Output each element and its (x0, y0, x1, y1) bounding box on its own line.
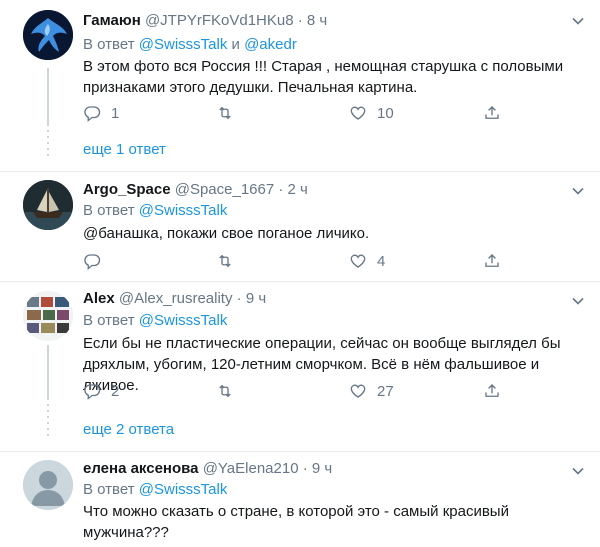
reply-user-link[interactable]: @akedr (244, 36, 297, 53)
avatar-argo-space[interactable] (23, 180, 73, 230)
reply-prefix: В ответ (83, 36, 135, 53)
separator-dot: · (278, 181, 284, 198)
ship-avatar-image (23, 180, 73, 230)
avatar-gamayun[interactable] (23, 10, 73, 60)
like-count: 27 (377, 382, 394, 400)
show-more-replies-link[interactable]: еще 1 ответ (83, 140, 166, 160)
tweet-actions: 2 27 (83, 380, 523, 402)
timestamp[interactable]: 2 ч (288, 181, 308, 198)
thread-dots (47, 130, 49, 160)
author-name[interactable]: Alex (83, 290, 115, 307)
timestamp[interactable]: 8 ч (307, 12, 327, 29)
like-icon (350, 384, 366, 398)
reply-count: 1 (111, 104, 120, 122)
tweet-text: Что можно сказать о стране, в которой эт… (83, 503, 509, 541)
tweet-actions: 1 10 (83, 102, 523, 124)
reply-user-link[interactable]: @SwisssTalk (139, 481, 228, 498)
author-name[interactable]: елена аксенова (83, 460, 199, 477)
timestamp[interactable]: 9 ч (312, 460, 332, 477)
separator-dot: · (297, 12, 303, 29)
default-profile-icon (23, 460, 73, 510)
share-button[interactable] (483, 250, 501, 272)
reply-user-link[interactable]: @SwisssTalk (139, 36, 228, 53)
reply-to-line: В ответ @SwisssTalk (83, 480, 227, 500)
like-button[interactable]: 4 (349, 250, 385, 272)
retweet-icon (219, 106, 231, 120)
like-count: 10 (377, 104, 394, 122)
reply-count: 2 (111, 382, 120, 400)
tweet-header: елена аксенова @YaElena210 · 9 ч (83, 459, 332, 479)
separator-dot: · (236, 290, 242, 307)
tweet-header: Argo_Space @Space_1667 · 2 ч (83, 180, 308, 200)
reply-icon (84, 106, 101, 122)
share-button[interactable] (483, 102, 501, 124)
avatar-alex[interactable] (23, 291, 73, 341)
author-name[interactable]: Argo_Space (83, 181, 171, 198)
reply-to-line: В ответ @SwisssTalk (83, 201, 227, 221)
author-handle[interactable]: @Alex_rusreality (119, 290, 233, 307)
collage-avatar-image (23, 291, 73, 341)
reply-to-line: В ответ @SwisssTalk и @akedr (83, 35, 297, 55)
caret-down-icon[interactable] (572, 294, 584, 306)
reply-prefix: В ответ (83, 202, 135, 219)
tweet-text: @банашка, покажи свое поганое личико. (83, 225, 370, 242)
share-icon (485, 254, 499, 267)
phoenix-avatar-image (23, 10, 73, 60)
reply-prefix: В ответ (83, 312, 135, 329)
retweet-button[interactable] (216, 380, 244, 402)
like-count: 4 (377, 252, 386, 270)
thread-line (47, 345, 49, 400)
timestamp[interactable]: 9 ч (246, 290, 266, 307)
show-more-replies-link[interactable]: еще 2 ответа (83, 420, 174, 440)
author-handle[interactable]: @YaElena210 (203, 460, 299, 477)
tweet-header: Гамаюн @JTPYrFKoVd1HKu8 · 8 ч (83, 11, 327, 31)
reply-button[interactable] (83, 250, 111, 272)
tweet-2[interactable]: Argo_Space @Space_1667 · 2 ч В ответ @Sw… (0, 172, 600, 281)
like-button[interactable]: 27 (349, 380, 394, 402)
tweet-actions: 4 (83, 250, 523, 272)
thread-line (47, 68, 49, 126)
like-icon (350, 254, 366, 268)
avatar-elena[interactable] (23, 460, 73, 510)
share-button[interactable] (483, 380, 501, 402)
thread-dots (47, 404, 49, 436)
share-icon (485, 106, 499, 119)
tweet-4[interactable]: елена аксенова @YaElena210 · 9 ч В ответ… (0, 452, 600, 547)
like-icon (350, 106, 366, 120)
reply-prefix: В ответ (83, 481, 135, 498)
tweet-header: Alex @Alex_rusreality · 9 ч (83, 289, 266, 309)
reply-icon (84, 254, 101, 270)
reply-to-line: В ответ @SwisssTalk (83, 311, 227, 331)
retweet-icon (219, 254, 231, 268)
retweet-button[interactable] (216, 250, 244, 272)
reply-user-link[interactable]: @SwisssTalk (139, 312, 228, 329)
reply-user-link[interactable]: @SwisssTalk (139, 202, 228, 219)
retweet-button[interactable] (216, 102, 244, 124)
retweet-icon (219, 384, 231, 398)
tweet-1[interactable]: Гамаюн @JTPYrFKoVd1HKu8 · 8 ч В ответ @S… (0, 0, 600, 178)
caret-down-icon[interactable] (572, 14, 584, 26)
reply-join: и (231, 36, 240, 53)
reply-icon (84, 384, 101, 400)
reply-button[interactable]: 1 (83, 102, 119, 124)
author-name[interactable]: Гамаюн (83, 12, 141, 29)
tweet-3[interactable]: Alex @Alex_rusreality · 9 ч В ответ @Swi… (0, 282, 600, 450)
caret-down-icon[interactable] (572, 184, 584, 196)
tweet-text: В этом фото вся Россия !!! Старая , немо… (83, 58, 564, 96)
separator-dot: · (302, 460, 308, 477)
author-handle[interactable]: @Space_1667 (175, 181, 274, 198)
share-icon (485, 384, 499, 397)
author-handle[interactable]: @JTPYrFKoVd1HKu8 (145, 12, 294, 29)
reply-button[interactable]: 2 (83, 380, 119, 402)
caret-down-icon[interactable] (572, 464, 584, 476)
like-button[interactable]: 10 (349, 102, 394, 124)
